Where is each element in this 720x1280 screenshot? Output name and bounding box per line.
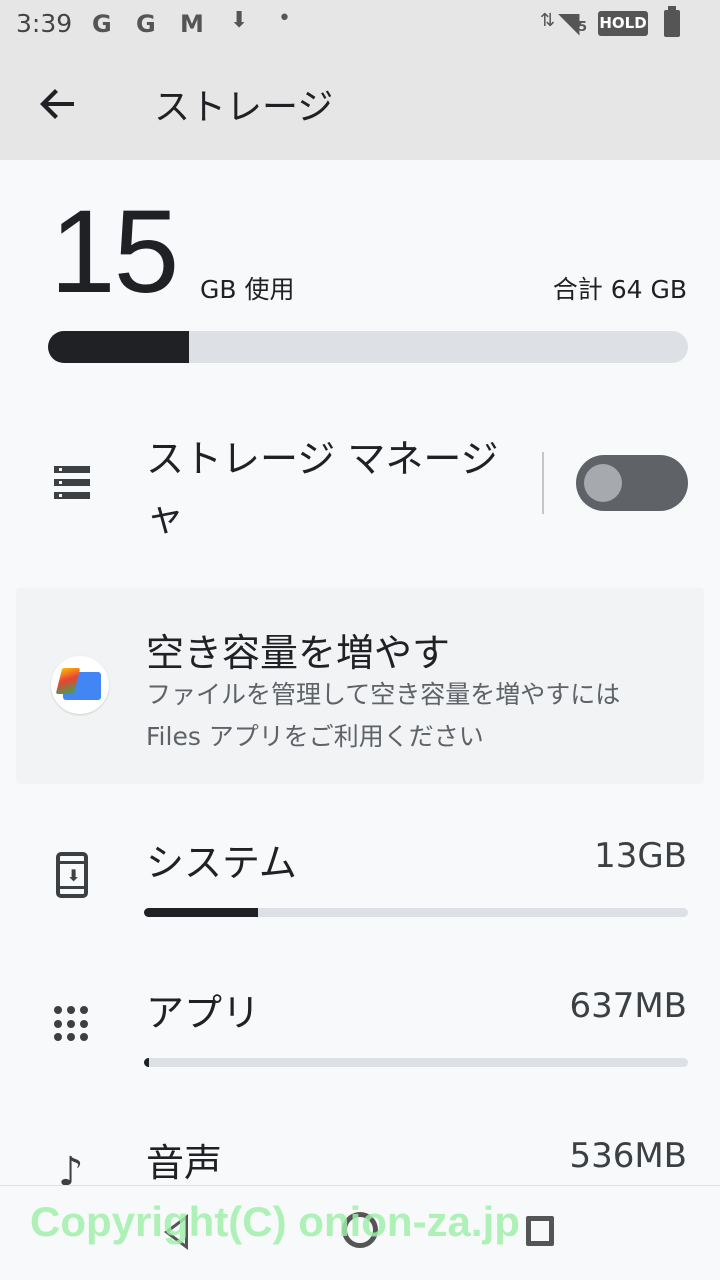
status-bar: 3:39 G G M ⬇ • ⇅ ◥ 5 HOLD [0, 0, 720, 50]
google-g-icon: G [92, 10, 112, 38]
storage-manager-icon [54, 466, 90, 500]
wifi-icon: ◥ [558, 6, 580, 39]
watermark: Copyright(C) onion-za.jp [30, 1198, 520, 1245]
category-size-system: 13GB [594, 836, 687, 876]
category-bar-fill-apps [144, 1058, 150, 1067]
battery-icon [664, 6, 680, 37]
apps-grid-icon [54, 1006, 90, 1042]
card-title: 空き容量を増やす [146, 631, 451, 675]
storage-usage-bar-fill [48, 331, 189, 363]
category-label-audio[interactable]: 音声 [146, 1132, 222, 1187]
divider [542, 452, 544, 514]
category-bar-apps [144, 1058, 688, 1067]
storage-usage-bar [48, 331, 688, 363]
storage-manager-toggle[interactable] [576, 455, 688, 511]
category-label-apps[interactable]: アプリ [146, 982, 260, 1037]
files-app-icon [51, 656, 109, 714]
total-capacity-label: 合計 64 GB [552, 275, 687, 304]
used-unit-label: GB 使用 [200, 275, 295, 304]
used-amount: 15 [50, 186, 179, 318]
data-arrows-icon: ⇅ [540, 10, 556, 31]
status-time: 3:39 [16, 9, 73, 38]
category-bar-system [144, 908, 688, 917]
category-size-audio: 536MB [569, 1136, 687, 1176]
app-bar: ストレージ [0, 50, 720, 160]
google-g-icon: G [136, 10, 156, 38]
back-arrow-icon[interactable] [34, 80, 82, 128]
toggle-knob [584, 464, 622, 502]
hold-badge: HOLD [598, 11, 648, 36]
storage-manager-label[interactable]: ストレージ マネージャ [146, 430, 526, 546]
download-icon: ⬇ [230, 8, 249, 33]
system-update-icon: ⬇ [56, 852, 88, 898]
wifi-label: 5 [578, 20, 588, 35]
card-subtitle: ファイルを管理して空き容量を増やすには Files アプリをご利用ください [146, 680, 621, 751]
category-size-apps: 637MB [569, 986, 687, 1026]
free-up-space-card[interactable]: 空き容量を増やす ファイルを管理して空き容量を増やすには Files アプリをご… [16, 588, 704, 784]
nav-recents-icon[interactable] [526, 1216, 554, 1246]
category-bar-fill-system [144, 908, 259, 917]
category-label-system[interactable]: システム [146, 832, 297, 887]
page-title: ストレージ [154, 87, 334, 128]
gmail-icon: M [180, 10, 204, 38]
dot-icon: • [278, 6, 291, 31]
